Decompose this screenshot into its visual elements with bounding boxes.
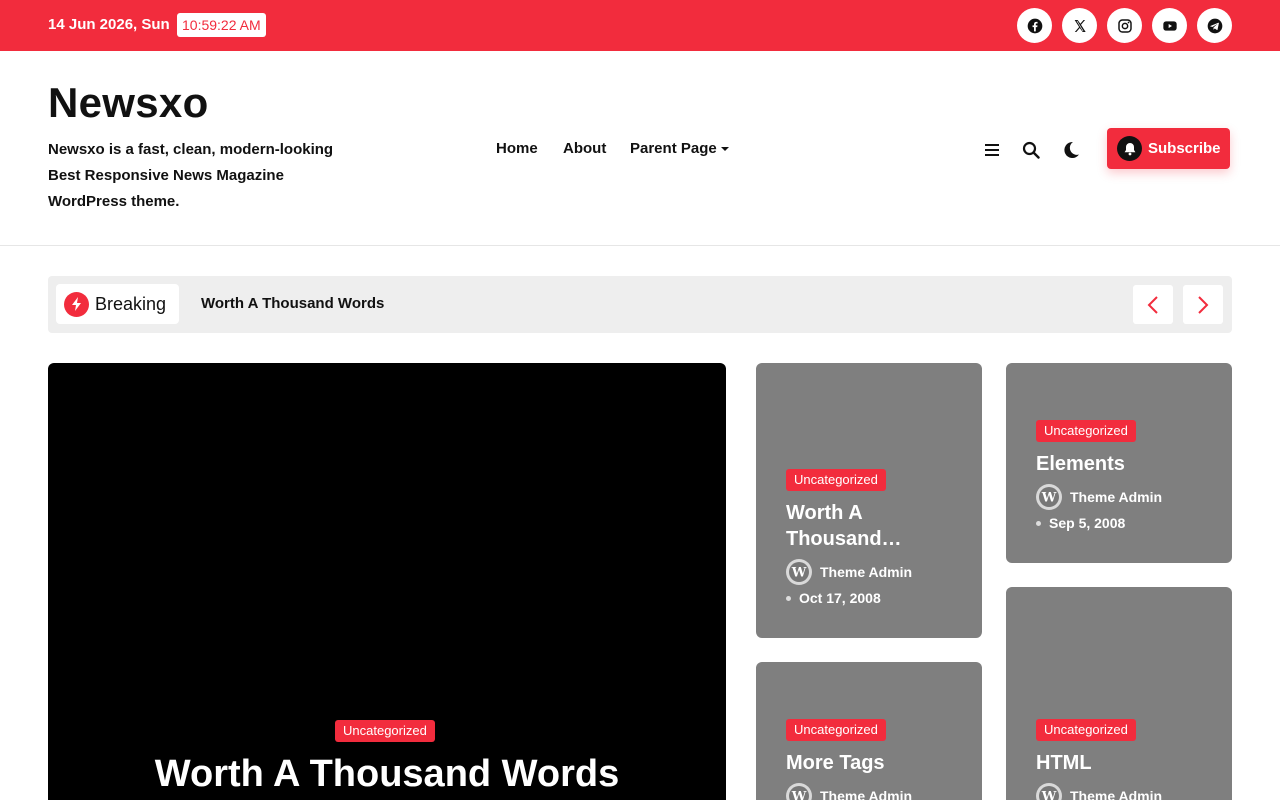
post-card[interactable]: Uncategorized HTML W Theme Admin (1006, 587, 1232, 800)
avatar: W (786, 559, 812, 585)
breaking-label-text: Breaking (95, 293, 167, 314)
nav-parent-page-label: Parent Page (630, 140, 717, 157)
avatar: W (1036, 484, 1062, 510)
breaking-label: Breaking (56, 284, 179, 324)
current-time: 10:59:22 AM (177, 13, 266, 37)
ticker-next-button[interactable] (1183, 285, 1223, 324)
instagram-icon (1117, 18, 1132, 33)
avatar: W (1036, 783, 1062, 800)
featured-category-badge[interactable]: Uncategorized (335, 720, 435, 742)
svg-text:W: W (1041, 790, 1057, 800)
current-date: 14 Jun 2026, Sun (48, 16, 170, 33)
subscribe-label: Subscribe (1148, 140, 1221, 157)
top-bar: 14 Jun 2026, Sun 10:59:22 AM (0, 0, 1280, 51)
facebook-icon (1027, 18, 1042, 33)
bullet-dot (786, 595, 791, 601)
site-description: Newsxo is a fast, clean, modern-looking … (48, 141, 334, 210)
post-author[interactable]: W Theme Admin (786, 559, 912, 585)
youtube-link[interactable] (1152, 8, 1187, 43)
x-icon (1074, 19, 1086, 32)
site-title[interactable]: Newsxo (48, 79, 209, 127)
facebook-link[interactable] (1017, 8, 1052, 43)
x-link[interactable] (1062, 8, 1097, 43)
dark-mode-toggle[interactable] (1059, 138, 1083, 162)
post-author[interactable]: W Theme Admin (1036, 783, 1162, 800)
wordpress-icon: W (789, 786, 809, 800)
moon-icon (1064, 141, 1079, 158)
nav-home[interactable]: Home (496, 140, 538, 157)
post-author[interactable]: W Theme Admin (1036, 484, 1162, 510)
author-name: Theme Admin (820, 564, 913, 580)
chevron-down-icon (720, 147, 729, 152)
chevron-left-icon (1147, 295, 1158, 314)
hamburger-icon (985, 144, 999, 156)
avatar: W (786, 783, 812, 800)
wordpress-icon: W (1039, 786, 1059, 800)
breaking-news-bar: Breaking Worth A Thousand Words (48, 276, 1232, 333)
site-header: Newsxo Newsxo is a fast, clean, modern-l… (0, 51, 1280, 246)
post-date: Sep 5, 2008 (1036, 515, 1125, 531)
telegram-icon (1207, 18, 1222, 33)
category-badge[interactable]: Uncategorized (1036, 420, 1136, 442)
subscribe-button[interactable]: Subscribe (1107, 128, 1230, 169)
bell-icon (1117, 136, 1142, 161)
post-card[interactable]: Uncategorized Elements W Theme Admin Sep… (1006, 363, 1232, 563)
category-badge[interactable]: Uncategorized (1036, 719, 1136, 741)
svg-text:W: W (791, 566, 807, 581)
svg-text:W: W (791, 790, 807, 800)
post-title[interactable]: Elements (1036, 451, 1216, 477)
wordpress-icon: W (789, 562, 809, 582)
telegram-link[interactable] (1197, 8, 1232, 43)
svg-text:W: W (1041, 491, 1057, 506)
post-title[interactable]: More Tags (786, 750, 966, 776)
nav-parent-page[interactable]: Parent Page (630, 140, 729, 157)
bullet-dot (1036, 520, 1041, 526)
ticker-prev-button[interactable] (1133, 285, 1173, 324)
category-badge[interactable]: Uncategorized (786, 719, 886, 741)
lightning-icon (64, 291, 89, 317)
chevron-right-icon (1198, 295, 1209, 314)
post-date-text: Oct 17, 2008 (799, 590, 881, 606)
instagram-link[interactable] (1107, 8, 1142, 43)
menu-toggle-button[interactable] (980, 138, 1004, 162)
featured-post[interactable]: Uncategorized Worth A Thousand Words (48, 363, 726, 800)
featured-post-title[interactable]: Worth A Thousand Words (48, 753, 726, 796)
category-badge[interactable]: Uncategorized (786, 469, 886, 491)
nav-about[interactable]: About (563, 140, 606, 157)
youtube-icon (1162, 20, 1177, 31)
breaking-headline[interactable]: Worth A Thousand Words (201, 295, 384, 312)
search-icon (1022, 141, 1040, 159)
search-button[interactable] (1019, 138, 1043, 162)
author-name: Theme Admin (1070, 489, 1163, 505)
post-title[interactable]: Worth A Thousand… (786, 500, 966, 552)
post-date: Oct 17, 2008 (786, 590, 881, 606)
post-card[interactable]: Uncategorized More Tags W Theme Admin (756, 662, 982, 800)
post-author[interactable]: W Theme Admin (786, 783, 912, 800)
post-card[interactable]: Uncategorized Worth A Thousand… W Theme … (756, 363, 982, 638)
post-title[interactable]: HTML (1036, 750, 1216, 776)
author-name: Theme Admin (820, 788, 913, 800)
wordpress-icon: W (1039, 487, 1059, 507)
post-date-text: Sep 5, 2008 (1049, 515, 1126, 531)
author-name: Theme Admin (1070, 788, 1163, 800)
